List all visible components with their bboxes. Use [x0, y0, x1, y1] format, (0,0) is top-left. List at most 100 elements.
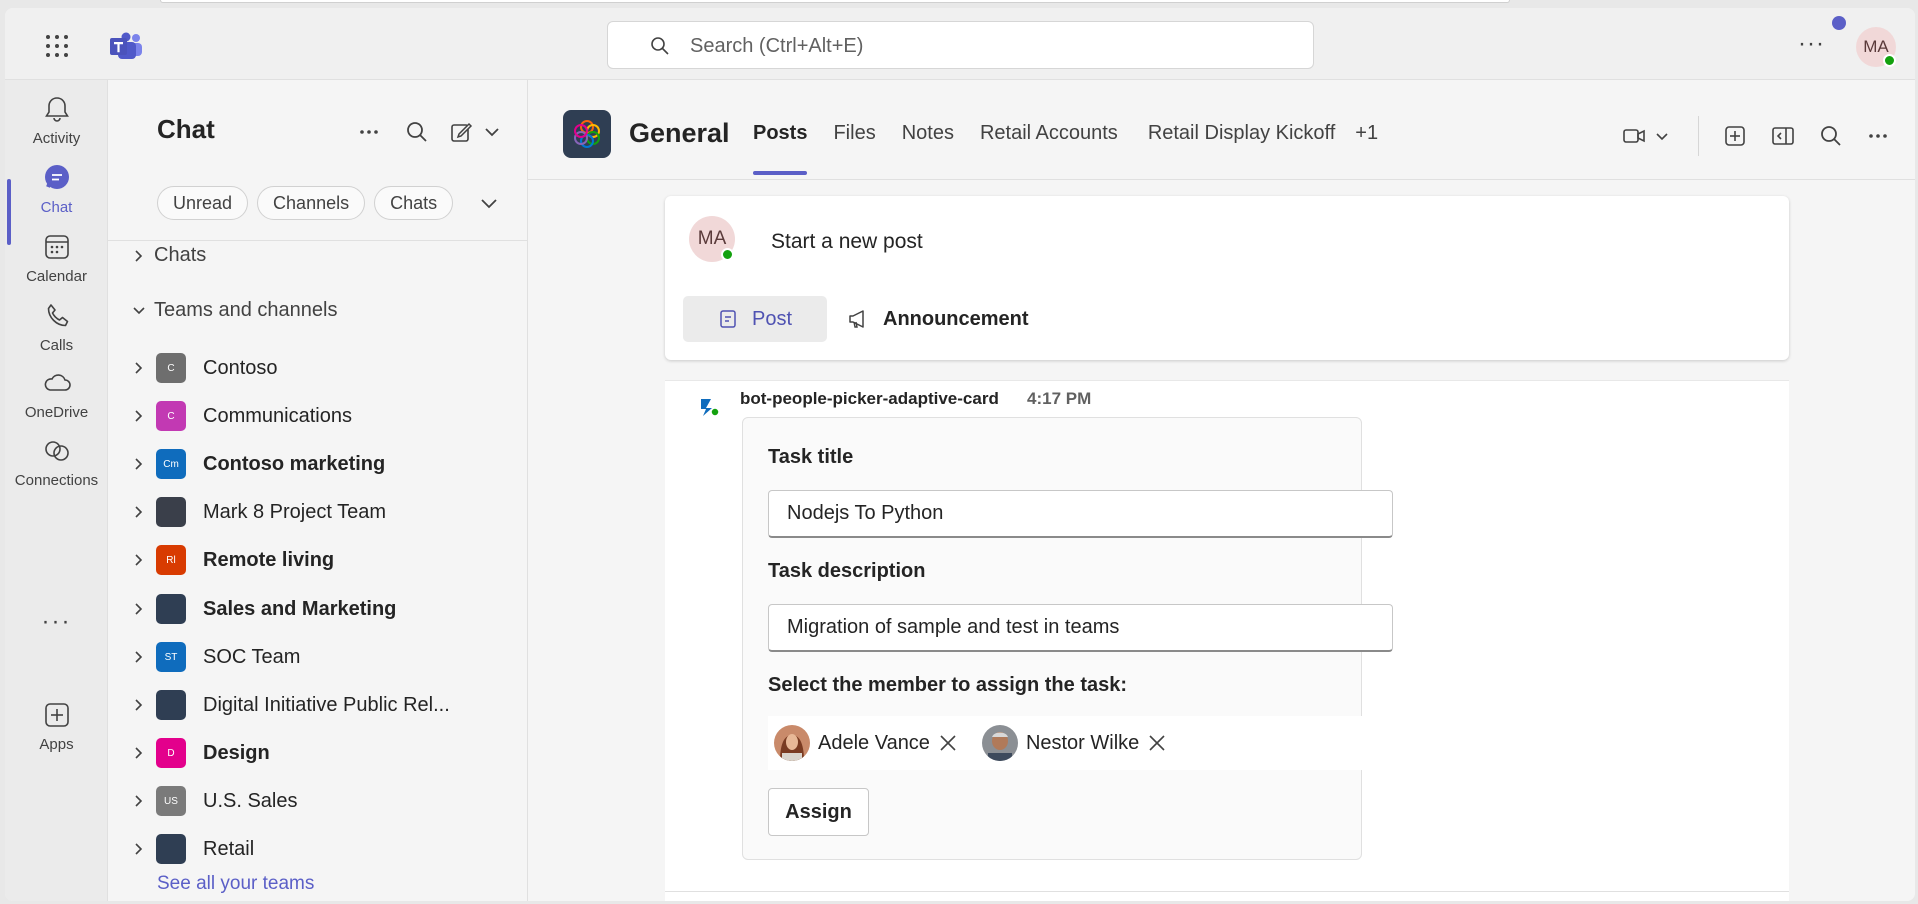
add-tab-icon[interactable] — [1723, 124, 1747, 148]
divider — [1698, 116, 1699, 156]
more-apps-icon[interactable]: ··· — [5, 608, 108, 636]
bot-icon — [701, 399, 720, 417]
rail-item-calls[interactable]: Calls — [5, 287, 108, 361]
filter-unread[interactable]: Unread — [157, 186, 249, 220]
filter-channels[interactable]: Channels — [257, 186, 366, 220]
task-title-input[interactable] — [768, 490, 1393, 538]
assign-button[interactable]: Assign — [768, 788, 869, 836]
task-description-input[interactable] — [768, 604, 1393, 652]
team-name: SOC Team — [203, 645, 301, 668]
see-all-teams-link[interactable]: See all your teams — [157, 873, 314, 895]
message-timestamp: 4:17 PM — [1027, 389, 1092, 408]
notification-dot — [1832, 16, 1846, 30]
app-rail: Activity Chat Calendar Calls OneDrive Co… — [5, 80, 108, 901]
filter-chats[interactable]: Chats — [374, 186, 454, 220]
nestor-avatar — [981, 725, 1018, 761]
tab-retail-display-kickoff[interactable]: Retail Display Kickoff — [1148, 122, 1335, 175]
person-chip: Adele Vance — [774, 725, 958, 761]
new-post-box[interactable]: MA Start a new post Post Announcement — [665, 196, 1789, 360]
team-avatar: ST — [156, 642, 186, 672]
team-row[interactable]: Retail — [132, 827, 512, 871]
team-name: Contoso marketing — [203, 452, 386, 475]
channel-name: General — [629, 118, 730, 148]
team-row[interactable]: Mark 8 Project Team — [132, 490, 512, 534]
rail-item-calendar[interactable]: Calendar — [5, 218, 108, 292]
user-initials: MA — [1863, 37, 1889, 56]
divider — [665, 891, 1789, 892]
team-name: Remote living — [203, 548, 335, 571]
team-avatar: Cm — [156, 449, 186, 479]
bot-message: bot-people-picker-adaptive-card 4:17 PM … — [665, 380, 1789, 901]
team-avatar: C — [156, 401, 186, 431]
team-name: Communications — [203, 404, 352, 427]
tab-posts[interactable]: Posts — [753, 122, 808, 175]
team-row[interactable]: C Contoso — [132, 346, 512, 390]
team-name: Mark 8 Project Team — [203, 500, 387, 523]
search-input[interactable] — [690, 32, 1250, 60]
chevron-right-icon — [135, 699, 143, 711]
chevron-down-icon[interactable] — [1654, 124, 1670, 148]
presence-available-icon — [1883, 54, 1896, 67]
section-label: Chats — [154, 244, 207, 266]
channel-info-icon[interactable] — [1771, 124, 1795, 148]
rail-item-connections[interactable]: Connections — [5, 422, 108, 496]
section-teams[interactable]: Teams and channels — [132, 299, 337, 322]
rail-item-onedrive[interactable]: OneDrive — [5, 354, 108, 428]
more-options-icon[interactable] — [357, 120, 381, 144]
video-call-icon[interactable] — [1622, 124, 1646, 148]
chevron-right-icon — [135, 651, 143, 663]
team-avatar — [156, 834, 186, 864]
rail-label: Calendar — [26, 268, 87, 285]
new-chat-icon[interactable] — [449, 120, 473, 144]
close-icon[interactable] — [938, 733, 958, 753]
chevron-down-icon[interactable] — [478, 192, 500, 214]
team-row[interactable]: Rl Remote living — [132, 538, 512, 582]
sender-name[interactable]: bot-people-picker-adaptive-card — [740, 389, 999, 409]
rail-item-activity[interactable]: Activity — [5, 80, 108, 154]
search-icon[interactable] — [1819, 124, 1843, 148]
tab-files[interactable]: Files — [833, 122, 875, 175]
more-options-icon[interactable] — [1866, 124, 1890, 148]
more-options-icon[interactable]: ··· — [1798, 30, 1825, 58]
bell-icon — [44, 97, 69, 122]
tab-more[interactable]: +1 — [1355, 122, 1378, 175]
tab-notes[interactable]: Notes — [902, 122, 954, 175]
teams-window: ··· MA Activity Chat Calendar Calls OneD… — [5, 8, 1915, 901]
people-picker[interactable]: Adele Vance Nestor Wilke — [768, 716, 1393, 770]
section-chats[interactable]: Chats — [132, 244, 206, 267]
chevron-down-icon[interactable] — [483, 120, 501, 144]
chat-list-pane: Chat Unread Channels Chats Chats Teams a… — [108, 80, 528, 901]
announcement-button[interactable]: Announcement — [847, 296, 1029, 342]
app-launcher-icon[interactable] — [43, 32, 69, 58]
chevron-right-icon — [135, 362, 143, 374]
team-avatar: C — [156, 353, 186, 383]
task-description-label: Task description — [768, 560, 926, 582]
rail-item-apps[interactable]: Apps — [5, 686, 108, 760]
team-row[interactable]: Cm Contoso marketing — [132, 442, 512, 486]
tab-retail-accounts[interactable]: Retail Accounts — [980, 122, 1118, 175]
channel-logo-icon — [563, 110, 611, 158]
post-button[interactable]: Post — [683, 296, 827, 342]
team-row[interactable]: Digital Initiative Public Rel... — [132, 683, 512, 727]
pane-title: Chat — [157, 114, 215, 144]
chevron-right-icon — [135, 249, 143, 262]
rail-label: Activity — [32, 130, 81, 147]
new-post-prompt[interactable]: Start a new post — [771, 230, 923, 254]
chevron-down-icon — [133, 306, 145, 314]
team-row[interactable]: US U.S. Sales — [132, 779, 512, 823]
team-row[interactable]: D Design — [132, 731, 512, 775]
team-row[interactable]: C Communications — [132, 394, 512, 438]
search-box[interactable] — [607, 21, 1314, 69]
search-icon[interactable] — [405, 120, 429, 144]
close-icon[interactable] — [1147, 733, 1167, 753]
chevron-right-icon — [135, 843, 143, 855]
adele-avatar — [774, 725, 810, 761]
phone-icon — [47, 304, 68, 327]
user-avatar[interactable]: MA — [1856, 27, 1896, 67]
team-row[interactable]: Sales and Marketing — [132, 587, 512, 631]
chevron-right-icon — [135, 506, 143, 518]
team-row[interactable]: ST SOC Team — [132, 635, 512, 679]
announcement-label: Announcement — [883, 307, 1029, 330]
rail-item-chat[interactable]: Chat — [5, 149, 108, 223]
team-avatar — [156, 497, 186, 527]
